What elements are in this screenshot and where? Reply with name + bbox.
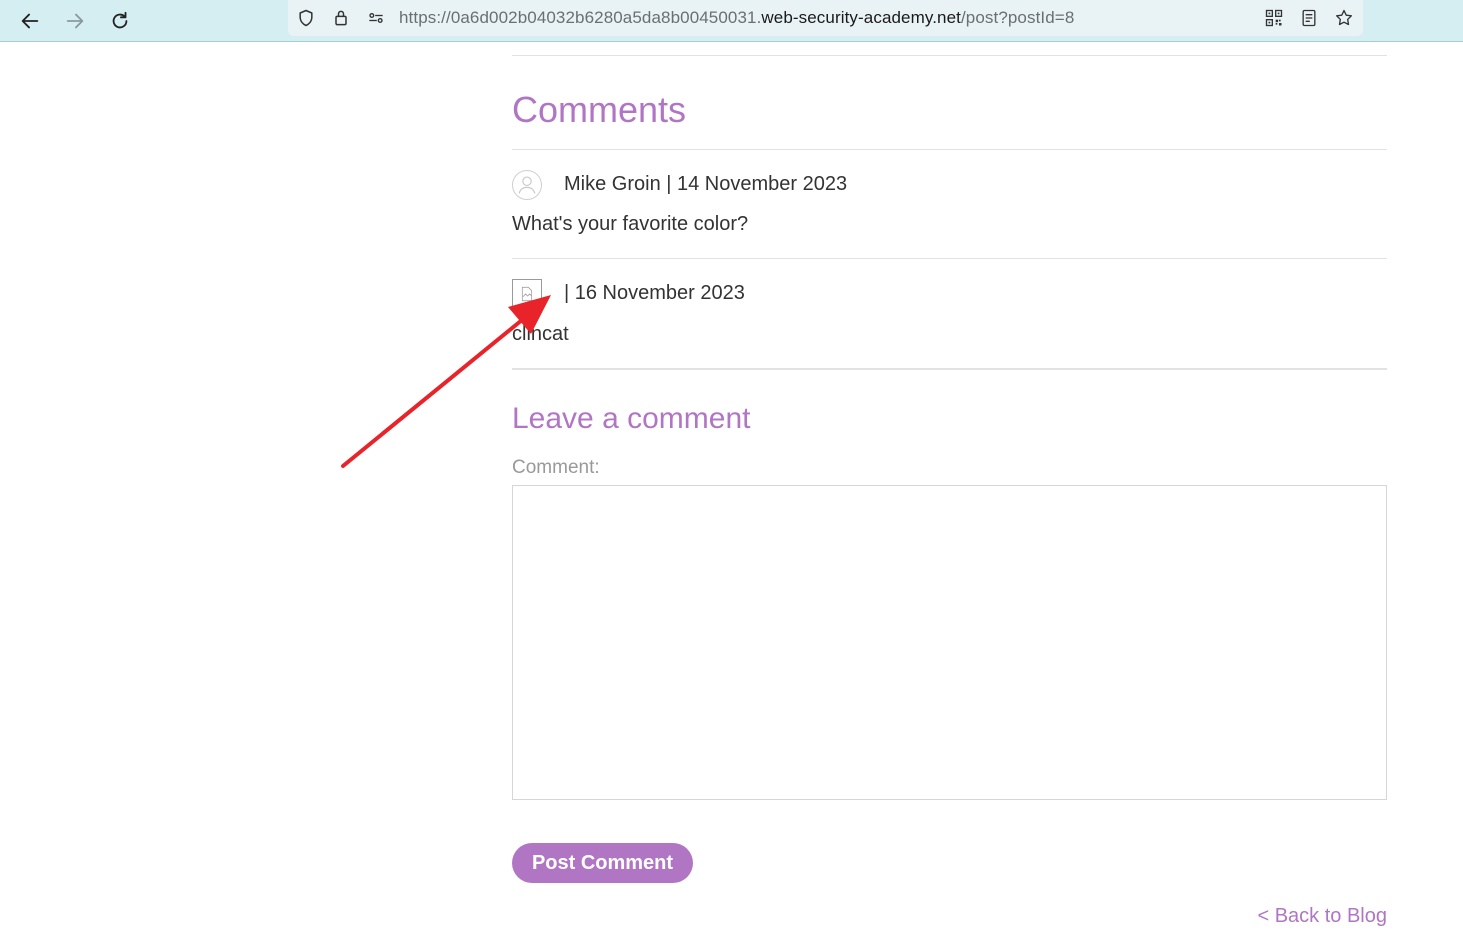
back-to-blog-link[interactable]: < Back to Blog [1257, 905, 1387, 928]
comments-heading: Comments [512, 89, 687, 130]
url-text[interactable]: https://0a6d002b04032b6280a5da8b00450031… [399, 8, 1074, 28]
divider [512, 258, 1387, 259]
comment-meta: | 16 November 2023 [564, 282, 745, 304]
forward-arrow-icon[interactable] [60, 6, 90, 36]
annotation-arrow-icon [341, 295, 551, 468]
reader-view-icon[interactable] [1297, 6, 1321, 30]
comment-text: clincat [512, 323, 569, 345]
leave-comment-heading: Leave a comment [512, 402, 751, 435]
url-host: web-security-academy.net [761, 8, 961, 27]
user-avatar-icon [512, 170, 542, 200]
divider [512, 368, 1387, 370]
divider [512, 55, 1387, 56]
address-bar[interactable]: https://0a6d002b04032b6280a5da8b00450031… [288, 0, 1363, 36]
url-path: /post?postId=8 [960, 8, 1075, 27]
comment-label: Comment: [512, 457, 600, 478]
divider [512, 149, 1387, 150]
bookmark-star-icon[interactable] [1332, 6, 1356, 30]
url-prefix: https://0a6d002b04032b6280a5da8b00450031… [399, 8, 762, 27]
reload-icon[interactable] [105, 6, 135, 36]
qr-code-icon[interactable] [1262, 6, 1286, 30]
comment-textarea[interactable] [512, 485, 1387, 800]
lock-icon[interactable] [329, 6, 353, 30]
broken-image-icon [512, 279, 542, 309]
comment-text: What's your favorite color? [512, 213, 749, 235]
comment-meta: Mike Groin | 14 November 2023 [564, 173, 848, 195]
post-comment-button[interactable]: Post Comment [512, 843, 693, 883]
shield-icon[interactable] [294, 6, 318, 30]
browser-toolbar: https://0a6d002b04032b6280a5da8b00450031… [0, 0, 1463, 42]
back-arrow-icon[interactable] [15, 6, 45, 36]
site-permissions-icon[interactable] [364, 6, 388, 30]
